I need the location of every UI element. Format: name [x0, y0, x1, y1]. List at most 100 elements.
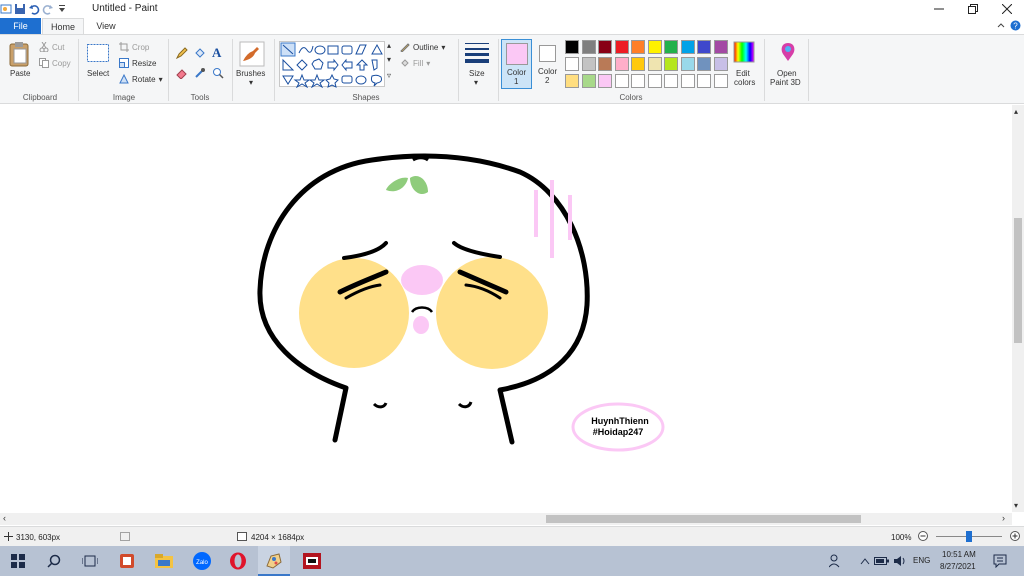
color1-button[interactable]: Color 1 — [501, 39, 532, 89]
shapes-gallery[interactable] — [279, 41, 385, 89]
drawing-artwork[interactable]: HuynhThienn #Hoidap247 — [0, 105, 1012, 512]
volume-icon[interactable] — [890, 551, 910, 571]
person-icon[interactable] — [826, 551, 846, 571]
palette-swatch[interactable] — [598, 40, 612, 54]
palette-swatch[interactable] — [680, 74, 695, 88]
palette-swatch[interactable] — [713, 40, 728, 54]
game-app-icon[interactable] — [302, 551, 322, 571]
palette-swatch[interactable] — [647, 40, 662, 54]
file-explorer-icon[interactable] — [154, 551, 174, 571]
palette-swatch[interactable] — [614, 57, 629, 71]
palette-swatch[interactable] — [631, 74, 645, 88]
palette-swatch[interactable] — [581, 40, 596, 54]
paste-button[interactable] — [8, 41, 30, 69]
palette-swatch[interactable] — [631, 40, 645, 54]
zoom-slider-thumb[interactable] — [966, 531, 972, 542]
save-icon[interactable] — [14, 3, 26, 15]
color1-swatch — [506, 43, 528, 65]
palette-swatch[interactable] — [664, 57, 678, 71]
edit-colors-button[interactable] — [733, 41, 755, 65]
zalo-icon[interactable]: Zalo — [192, 551, 212, 571]
palette-swatch[interactable] — [581, 57, 596, 71]
windows-start-icon[interactable] — [8, 551, 28, 571]
paint-app-icon[interactable] — [0, 3, 12, 15]
palette-swatch[interactable] — [581, 74, 596, 88]
color1-label: Color — [507, 68, 527, 77]
palette-swatch[interactable] — [713, 57, 728, 71]
resize-button[interactable]: Resize — [119, 58, 156, 68]
notification-icon[interactable] — [990, 551, 1010, 571]
eraser-button[interactable] — [176, 67, 188, 81]
chevron-down-icon[interactable]: ▾ — [1014, 501, 1018, 510]
paint-taskbar-button[interactable] — [258, 546, 290, 576]
palette-swatch[interactable] — [565, 57, 579, 71]
tab-view[interactable]: View — [86, 18, 126, 34]
palette-swatch[interactable] — [647, 57, 662, 71]
palette-swatch[interactable] — [697, 40, 711, 54]
color2-button[interactable]: Color 2 — [536, 39, 560, 89]
battery-icon[interactable] — [872, 551, 892, 571]
restore-button[interactable] — [956, 0, 990, 18]
tab-home[interactable]: Home — [42, 18, 84, 34]
palette-swatch[interactable] — [565, 74, 579, 88]
search-icon[interactable] — [44, 551, 64, 571]
fill-button[interactable] — [194, 47, 206, 61]
rotate-button[interactable]: Rotate ▾ — [119, 74, 163, 84]
palette-swatch[interactable] — [713, 74, 728, 88]
open-paint3d-label-2: Paint 3D — [770, 78, 801, 87]
open-paint3d-button[interactable] — [777, 41, 799, 65]
outline-button[interactable]: Outline ▾ — [400, 42, 445, 52]
copy-button[interactable]: Copy — [39, 58, 71, 68]
canvas-dimensions: 4204 × 1684px — [251, 533, 305, 542]
tab-file[interactable]: File — [0, 18, 41, 34]
palette-swatch[interactable] — [697, 57, 711, 71]
undo-icon[interactable] — [28, 3, 40, 15]
open-paint3d-label-1: Open — [777, 69, 797, 78]
redo-icon[interactable] — [42, 3, 54, 15]
crop-button[interactable]: Crop — [119, 42, 149, 52]
clock-time[interactable]: 10:51 AM — [942, 550, 976, 559]
language-indicator[interactable]: ENG — [913, 556, 930, 565]
brushes-button[interactable] — [239, 41, 265, 69]
palette-swatch[interactable] — [614, 74, 629, 88]
vertical-scroll-thumb[interactable] — [1014, 218, 1022, 343]
select-button[interactable] — [86, 43, 110, 67]
cut-button[interactable]: Cut — [39, 42, 64, 52]
pencil-button[interactable] — [175, 47, 188, 61]
chevron-left-icon[interactable]: ‹ — [3, 513, 6, 523]
palette-swatch[interactable] — [680, 57, 695, 71]
horizontal-scroll-thumb[interactable] — [546, 515, 861, 523]
zoom-in-button[interactable] — [1010, 531, 1020, 543]
minimize-button[interactable] — [922, 0, 956, 18]
chevron-down-icon: ▾ — [441, 42, 446, 52]
fill-shape-button[interactable]: Fill ▾ — [400, 58, 430, 68]
shapes-scroll[interactable]: ▴ ▾ ▿ — [386, 41, 394, 87]
clock-date[interactable]: 8/27/2021 — [940, 562, 976, 571]
palette-swatch[interactable] — [614, 40, 629, 54]
palette-swatch[interactable] — [598, 57, 612, 71]
palette-swatch[interactable] — [631, 57, 645, 71]
collapse-ribbon-icon[interactable] — [996, 21, 1006, 33]
palette-swatch[interactable] — [647, 74, 662, 88]
chevron-up-icon[interactable]: ▴ — [1014, 107, 1018, 116]
palette-swatch[interactable] — [565, 40, 579, 54]
palette-swatch[interactable] — [664, 40, 678, 54]
magnifier-button[interactable] — [212, 67, 224, 81]
color-picker-button[interactable] — [194, 67, 206, 81]
chevron-right-icon[interactable]: › — [1002, 513, 1005, 523]
opera-icon[interactable] — [228, 551, 248, 571]
snipping-tool-icon[interactable] — [117, 551, 137, 571]
palette-swatch[interactable] — [598, 74, 612, 88]
palette-swatch[interactable] — [664, 74, 678, 88]
text-tool-button[interactable]: A — [212, 45, 221, 61]
zoom-out-button[interactable] — [918, 531, 928, 543]
drawing-canvas[interactable]: HuynhThienn #Hoidap247 — [0, 105, 1012, 512]
divider — [232, 39, 233, 101]
customize-toolbar-icon[interactable] — [56, 3, 68, 15]
help-icon[interactable]: ? — [1010, 20, 1021, 33]
palette-swatch[interactable] — [697, 74, 711, 88]
size-button[interactable] — [465, 42, 489, 66]
task-view-icon[interactable] — [80, 551, 100, 571]
close-button[interactable] — [990, 0, 1024, 18]
palette-swatch[interactable] — [680, 40, 695, 54]
